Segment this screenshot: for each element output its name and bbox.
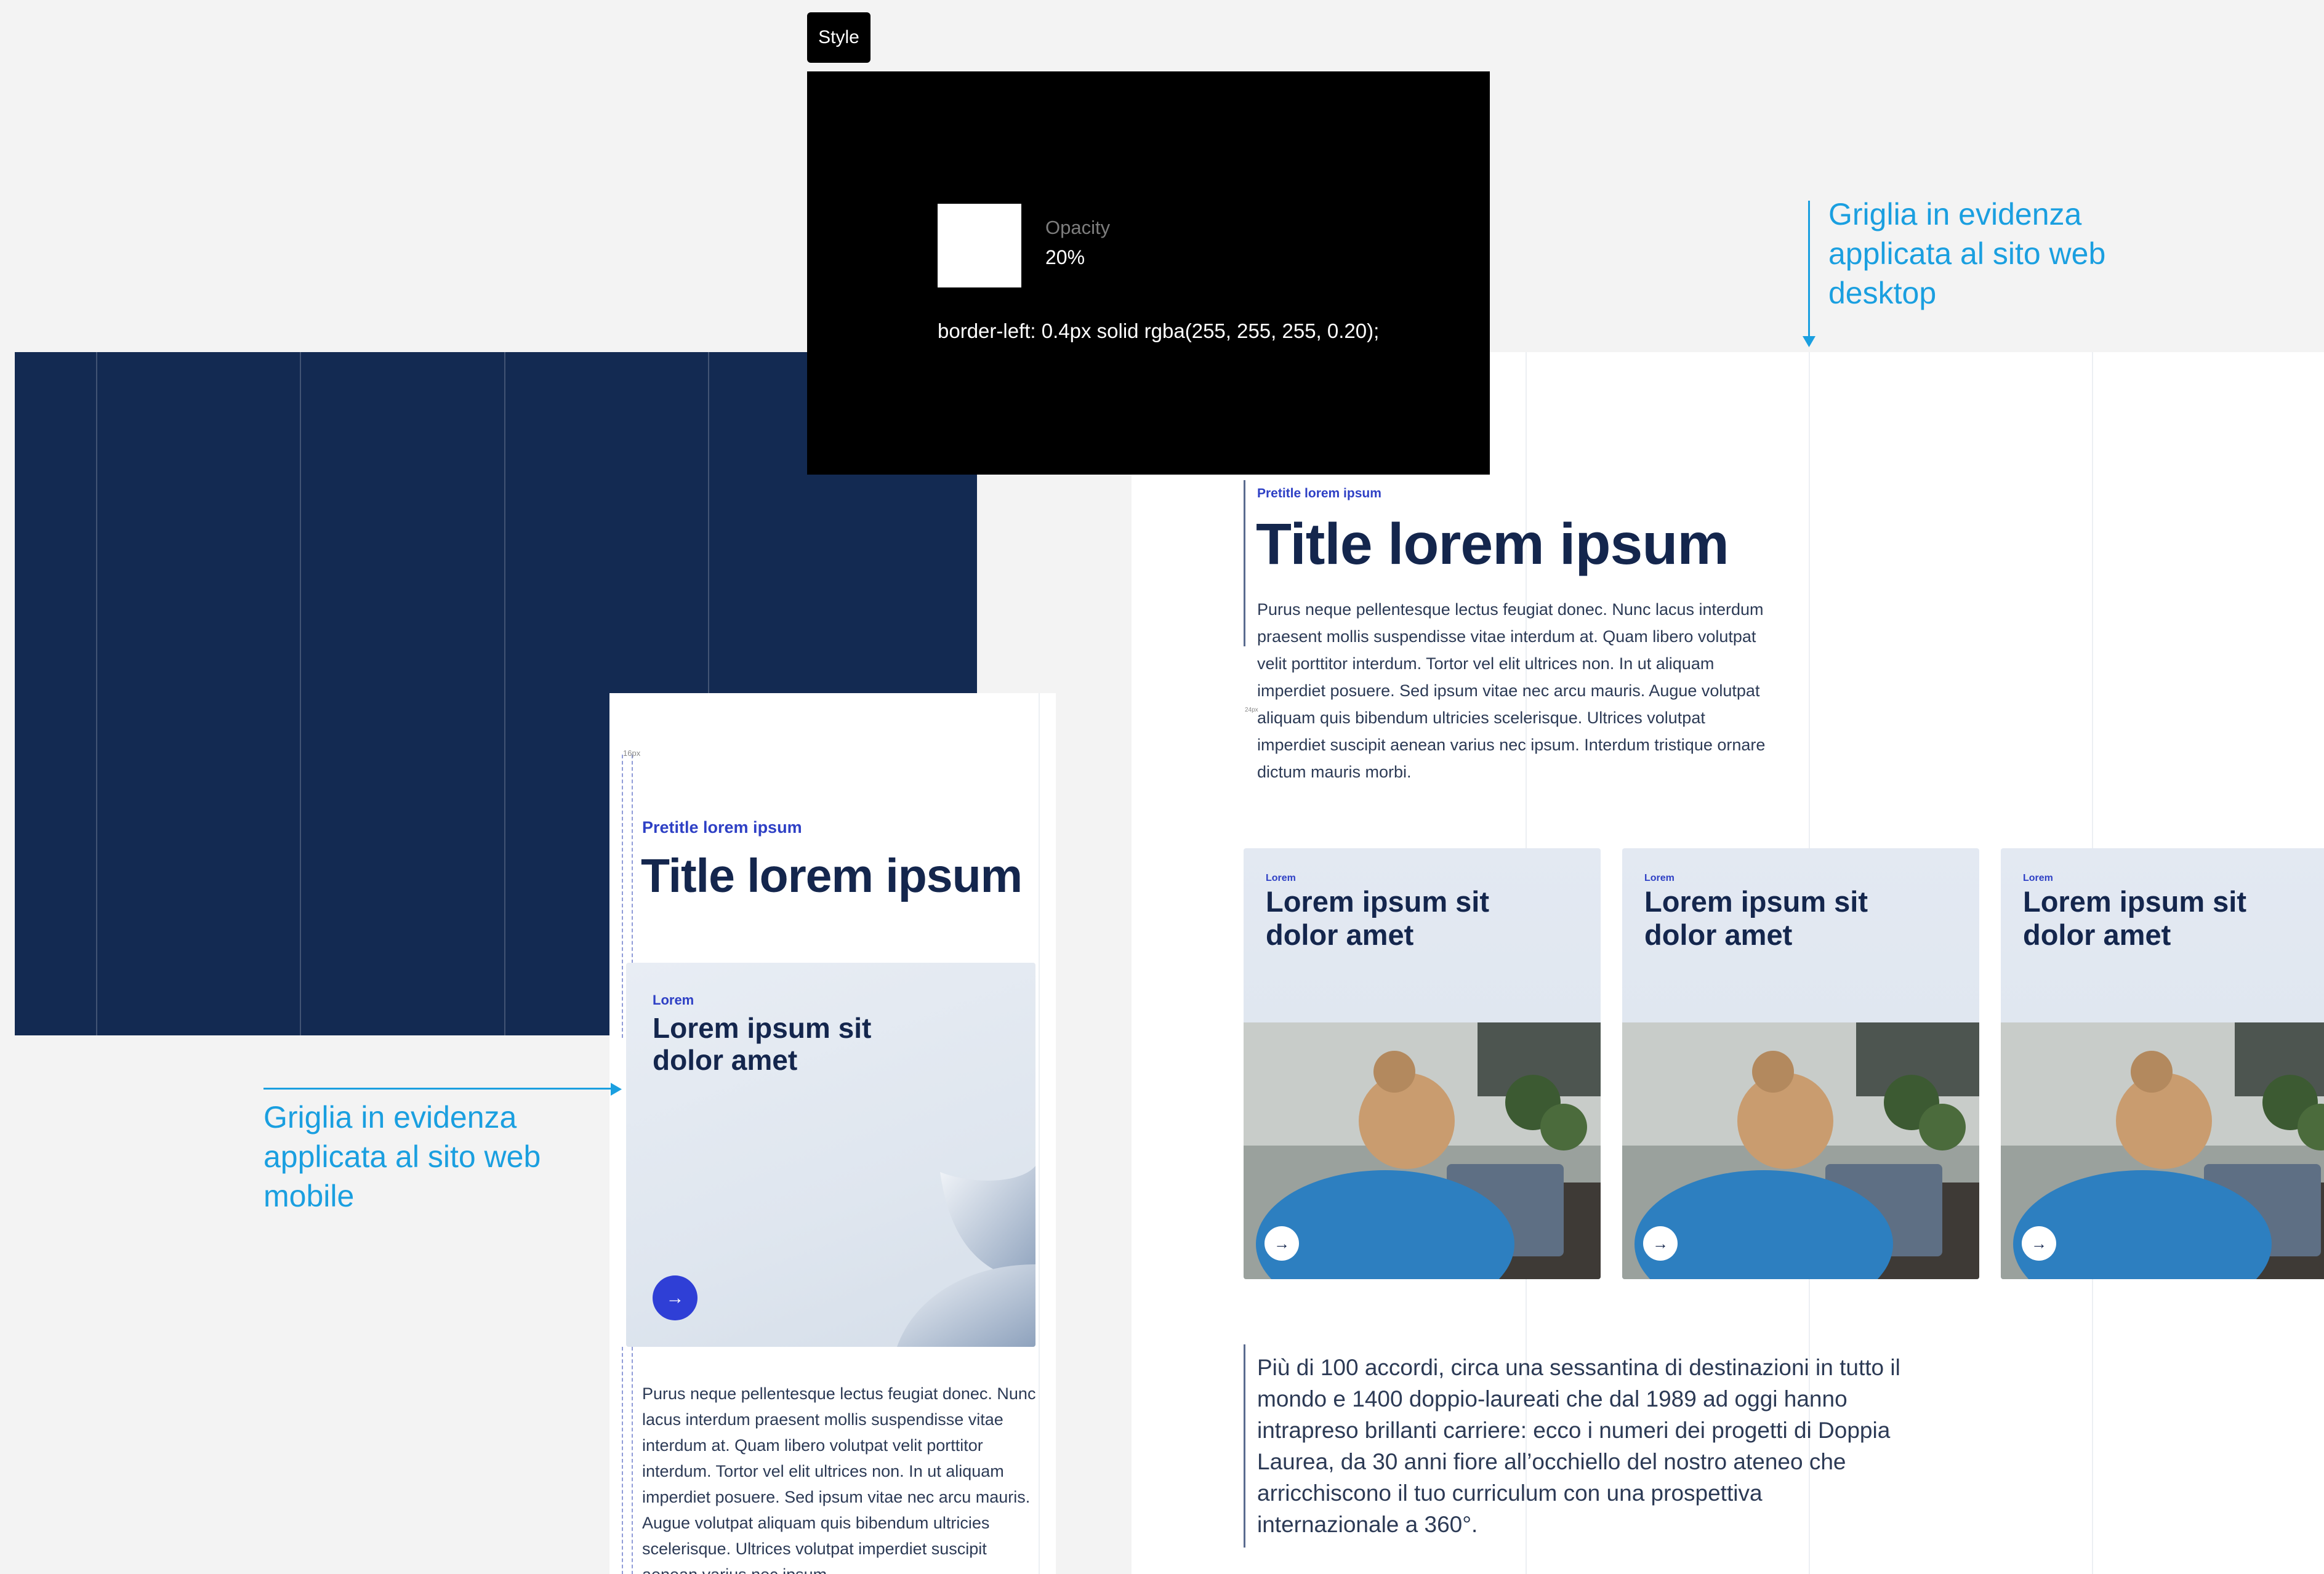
stats-paragraph: Più di 100 accordi, circa una sessantina… [1257,1355,1900,1537]
grid-guide-line [632,1347,633,1574]
spacing-label: 24px [1245,707,1258,713]
pretitle: Pretitle lorem ipsum [642,818,802,837]
desktop-preview-frame: Pretitle lorem ipsum Title lorem ipsum P… [1132,352,2324,1574]
grid-column-line [504,352,505,1035]
mobile-preview-frame: 16px Pretitle lorem ipsum Title lorem ip… [609,693,1056,1574]
arrow-right-icon [611,1083,622,1096]
card-pretitle: Lorem [1266,873,1296,883]
style-tag: Style [807,12,870,63]
annotation-mobile: Griglia in evidenza applicata al sito we… [263,1098,541,1216]
page-title: Title lorem ipsum [641,849,1023,902]
style-inspector-panel: Opacity 20% border-left: 0.4px solid rgb… [807,71,1490,475]
annotation-arrow-line [1808,201,1810,340]
arrow-right-icon[interactable]: → [2022,1226,2056,1261]
decorative-shape [897,1166,1035,1347]
annotation-line: desktop [1828,276,1937,310]
arrow-right-icon[interactable]: → [1643,1226,1678,1261]
spacing-label: 16px [623,749,641,758]
annotation-line: applicata al sito web [263,1139,541,1174]
arrow-down-icon [1803,336,1815,347]
content-card[interactable]: Lorem Lorem ipsum sit dolor amet → [1244,848,1601,1279]
opacity-value: 20% [1045,246,1085,268]
card-pretitle: Lorem [653,992,694,1008]
content-card[interactable]: Lorem Lorem ipsum sit dolor amet → [626,963,1035,1347]
card-title: Lorem ipsum sit dolor amet [1266,885,1490,951]
arrow-right-icon[interactable]: → [653,1275,698,1320]
page-title: Title lorem ipsum [1256,512,1729,577]
arrow-right-icon[interactable]: → [1265,1226,1299,1261]
card-title: Lorem ipsum sit dolor amet [1644,885,1868,951]
card-title: Lorem ipsum sit dolor amet [2023,885,2247,951]
grid-column-line [96,352,97,1035]
grid-highlight-line [1244,480,1245,646]
card-pretitle: Lorem [1644,873,1675,883]
grid-column-line [300,352,301,1035]
card-title: Lorem ipsum sit dolor amet [653,1012,872,1076]
css-code: border-left: 0.4px solid rgba(255, 255, … [938,319,1380,342]
annotation-arrow-line [263,1088,614,1090]
annotation-desktop: Griglia in evidenza applicata al sito we… [1828,195,2105,313]
content-card[interactable]: Lorem Lorem ipsum sit dolor amet → [2001,848,2324,1279]
annotation-line: mobile [263,1179,355,1213]
card-pretitle: Lorem [2023,873,2053,883]
pretitle: Pretitle lorem ipsum [1257,486,1381,500]
grid-highlight-line [1244,1344,1245,1548]
body-paragraph: Purus neque pellentesque lectus feugiat … [642,1384,1036,1574]
annotation-line: Griglia in evidenza [263,1100,517,1134]
body-paragraph: Purus neque pellentesque lectus feugiat … [1257,600,1766,781]
opacity-label: Opacity [1045,217,1111,238]
content-card[interactable]: Lorem Lorem ipsum sit dolor amet → [1622,848,1979,1279]
grid-guide-line [622,1347,623,1574]
annotation-line: applicata al sito web [1828,236,2106,271]
annotation-line: Griglia in evidenza [1828,197,2082,231]
grid-guide-line [622,755,623,1038]
color-swatch [938,204,1021,287]
grid-column-line [1039,693,1040,1574]
